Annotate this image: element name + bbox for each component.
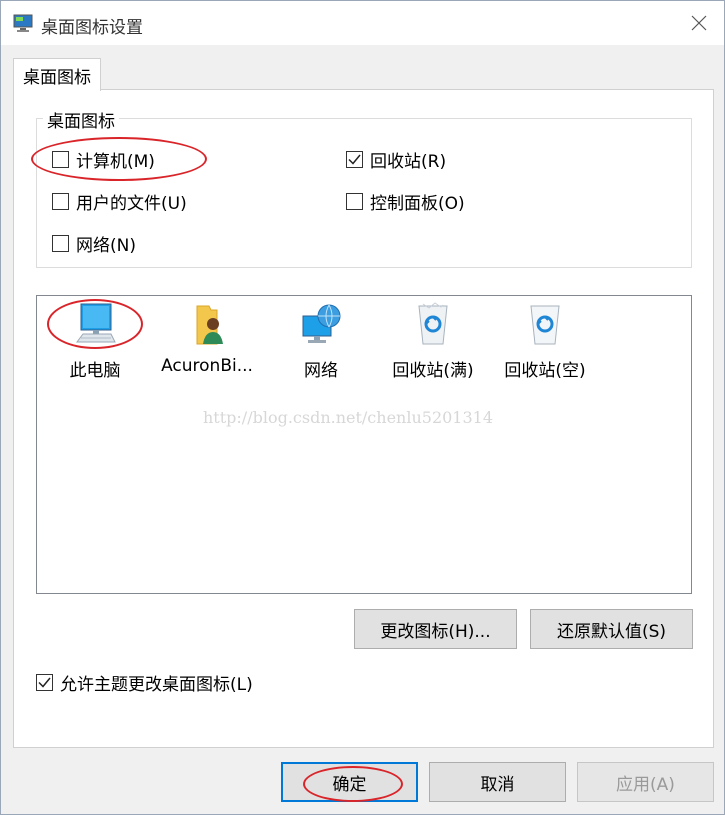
checkbox-label: 控制面板(O): [370, 194, 465, 214]
button-label: 应用(A): [616, 774, 675, 795]
dialog-window: 桌面图标设置 桌面图标 桌面图标 计算机(M) 回收站(R) 用户的文件(U) …: [0, 0, 725, 815]
icon-list[interactable]: 此电脑 AcuronBi... 网络 回收站(满) 回收站(空) http://…: [36, 295, 692, 594]
tab-desktop-icons[interactable]: 桌面图标: [13, 58, 101, 91]
checkbox-box[interactable]: [52, 151, 69, 168]
checkmark-icon: [348, 154, 361, 165]
checkbox-box[interactable]: [52, 235, 69, 252]
cancel-button[interactable]: 取消: [429, 762, 566, 802]
checkbox-network[interactable]: 网络(N): [52, 231, 136, 256]
checkbox-label: 网络(N): [76, 236, 136, 256]
network-icon: [297, 302, 345, 346]
checkbox-label: 用户的文件(U): [76, 194, 187, 214]
group-label: 桌面图标: [43, 107, 119, 132]
list-item-label: 此电脑: [69, 361, 121, 381]
button-label: 更改图标(H)...: [380, 621, 491, 642]
list-item-recycle-bin-full[interactable]: 回收站(满): [381, 302, 485, 381]
watermark-text: http://blog.csdn.net/chenlu5201314: [203, 408, 494, 427]
list-item-recycle-bin-empty[interactable]: 回收站(空): [493, 302, 597, 381]
recycle-bin-full-icon: [409, 302, 457, 346]
list-item-user-folder[interactable]: AcuronBi...: [155, 302, 259, 378]
list-item-label: 回收站(空): [504, 361, 586, 381]
checkbox-recycle-bin[interactable]: 回收站(R): [346, 147, 446, 172]
desktop-icons-group: 桌面图标 计算机(M) 回收站(R) 用户的文件(U) 控制面板(O) 网络(N…: [36, 107, 692, 268]
checkbox-label: 计算机(M): [76, 152, 155, 172]
recycle-bin-empty-icon: [521, 302, 569, 346]
checkbox-box-checked[interactable]: [36, 674, 53, 691]
button-label: 确定: [332, 774, 367, 795]
window-title: 桌面图标设置: [41, 18, 143, 38]
user-folder-icon: [183, 302, 231, 346]
checkbox-box[interactable]: [346, 193, 363, 210]
checkbox-control-panel[interactable]: 控制面板(O): [346, 189, 465, 214]
button-label: 取消: [480, 774, 515, 795]
checkbox-label: 允许主题更改桌面图标(L): [60, 675, 253, 695]
checkbox-computer[interactable]: 计算机(M): [52, 147, 155, 172]
desktop-settings-icon: [13, 14, 33, 32]
title-bar[interactable]: 桌面图标设置: [1, 1, 724, 45]
restore-default-button[interactable]: 还原默认值(S): [530, 609, 693, 649]
list-item-label: 回收站(满): [392, 361, 474, 381]
ok-button[interactable]: 确定: [281, 762, 418, 802]
tab-label: 桌面图标: [23, 67, 91, 88]
checkbox-user-files[interactable]: 用户的文件(U): [52, 189, 187, 214]
list-item-label: AcuronBi...: [161, 356, 253, 376]
list-item-this-pc[interactable]: 此电脑: [43, 302, 147, 381]
close-icon: [691, 15, 707, 31]
close-button[interactable]: [682, 7, 716, 39]
tab-panel: 桌面图标 计算机(M) 回收站(R) 用户的文件(U) 控制面板(O) 网络(N…: [13, 89, 714, 748]
list-item-label: 网络: [304, 361, 338, 381]
checkmark-icon: [38, 677, 51, 688]
checkbox-label: 回收站(R): [370, 152, 447, 172]
checkbox-box[interactable]: [52, 193, 69, 210]
computer-icon: [71, 302, 119, 346]
change-icon-button[interactable]: 更改图标(H)...: [354, 609, 517, 649]
list-item-network[interactable]: 网络: [269, 302, 373, 381]
button-label: 还原默认值(S): [556, 621, 667, 642]
checkbox-allow-themes[interactable]: 允许主题更改桌面图标(L): [36, 670, 253, 695]
checkbox-box-checked[interactable]: [346, 151, 363, 168]
apply-button[interactable]: 应用(A): [577, 762, 714, 802]
